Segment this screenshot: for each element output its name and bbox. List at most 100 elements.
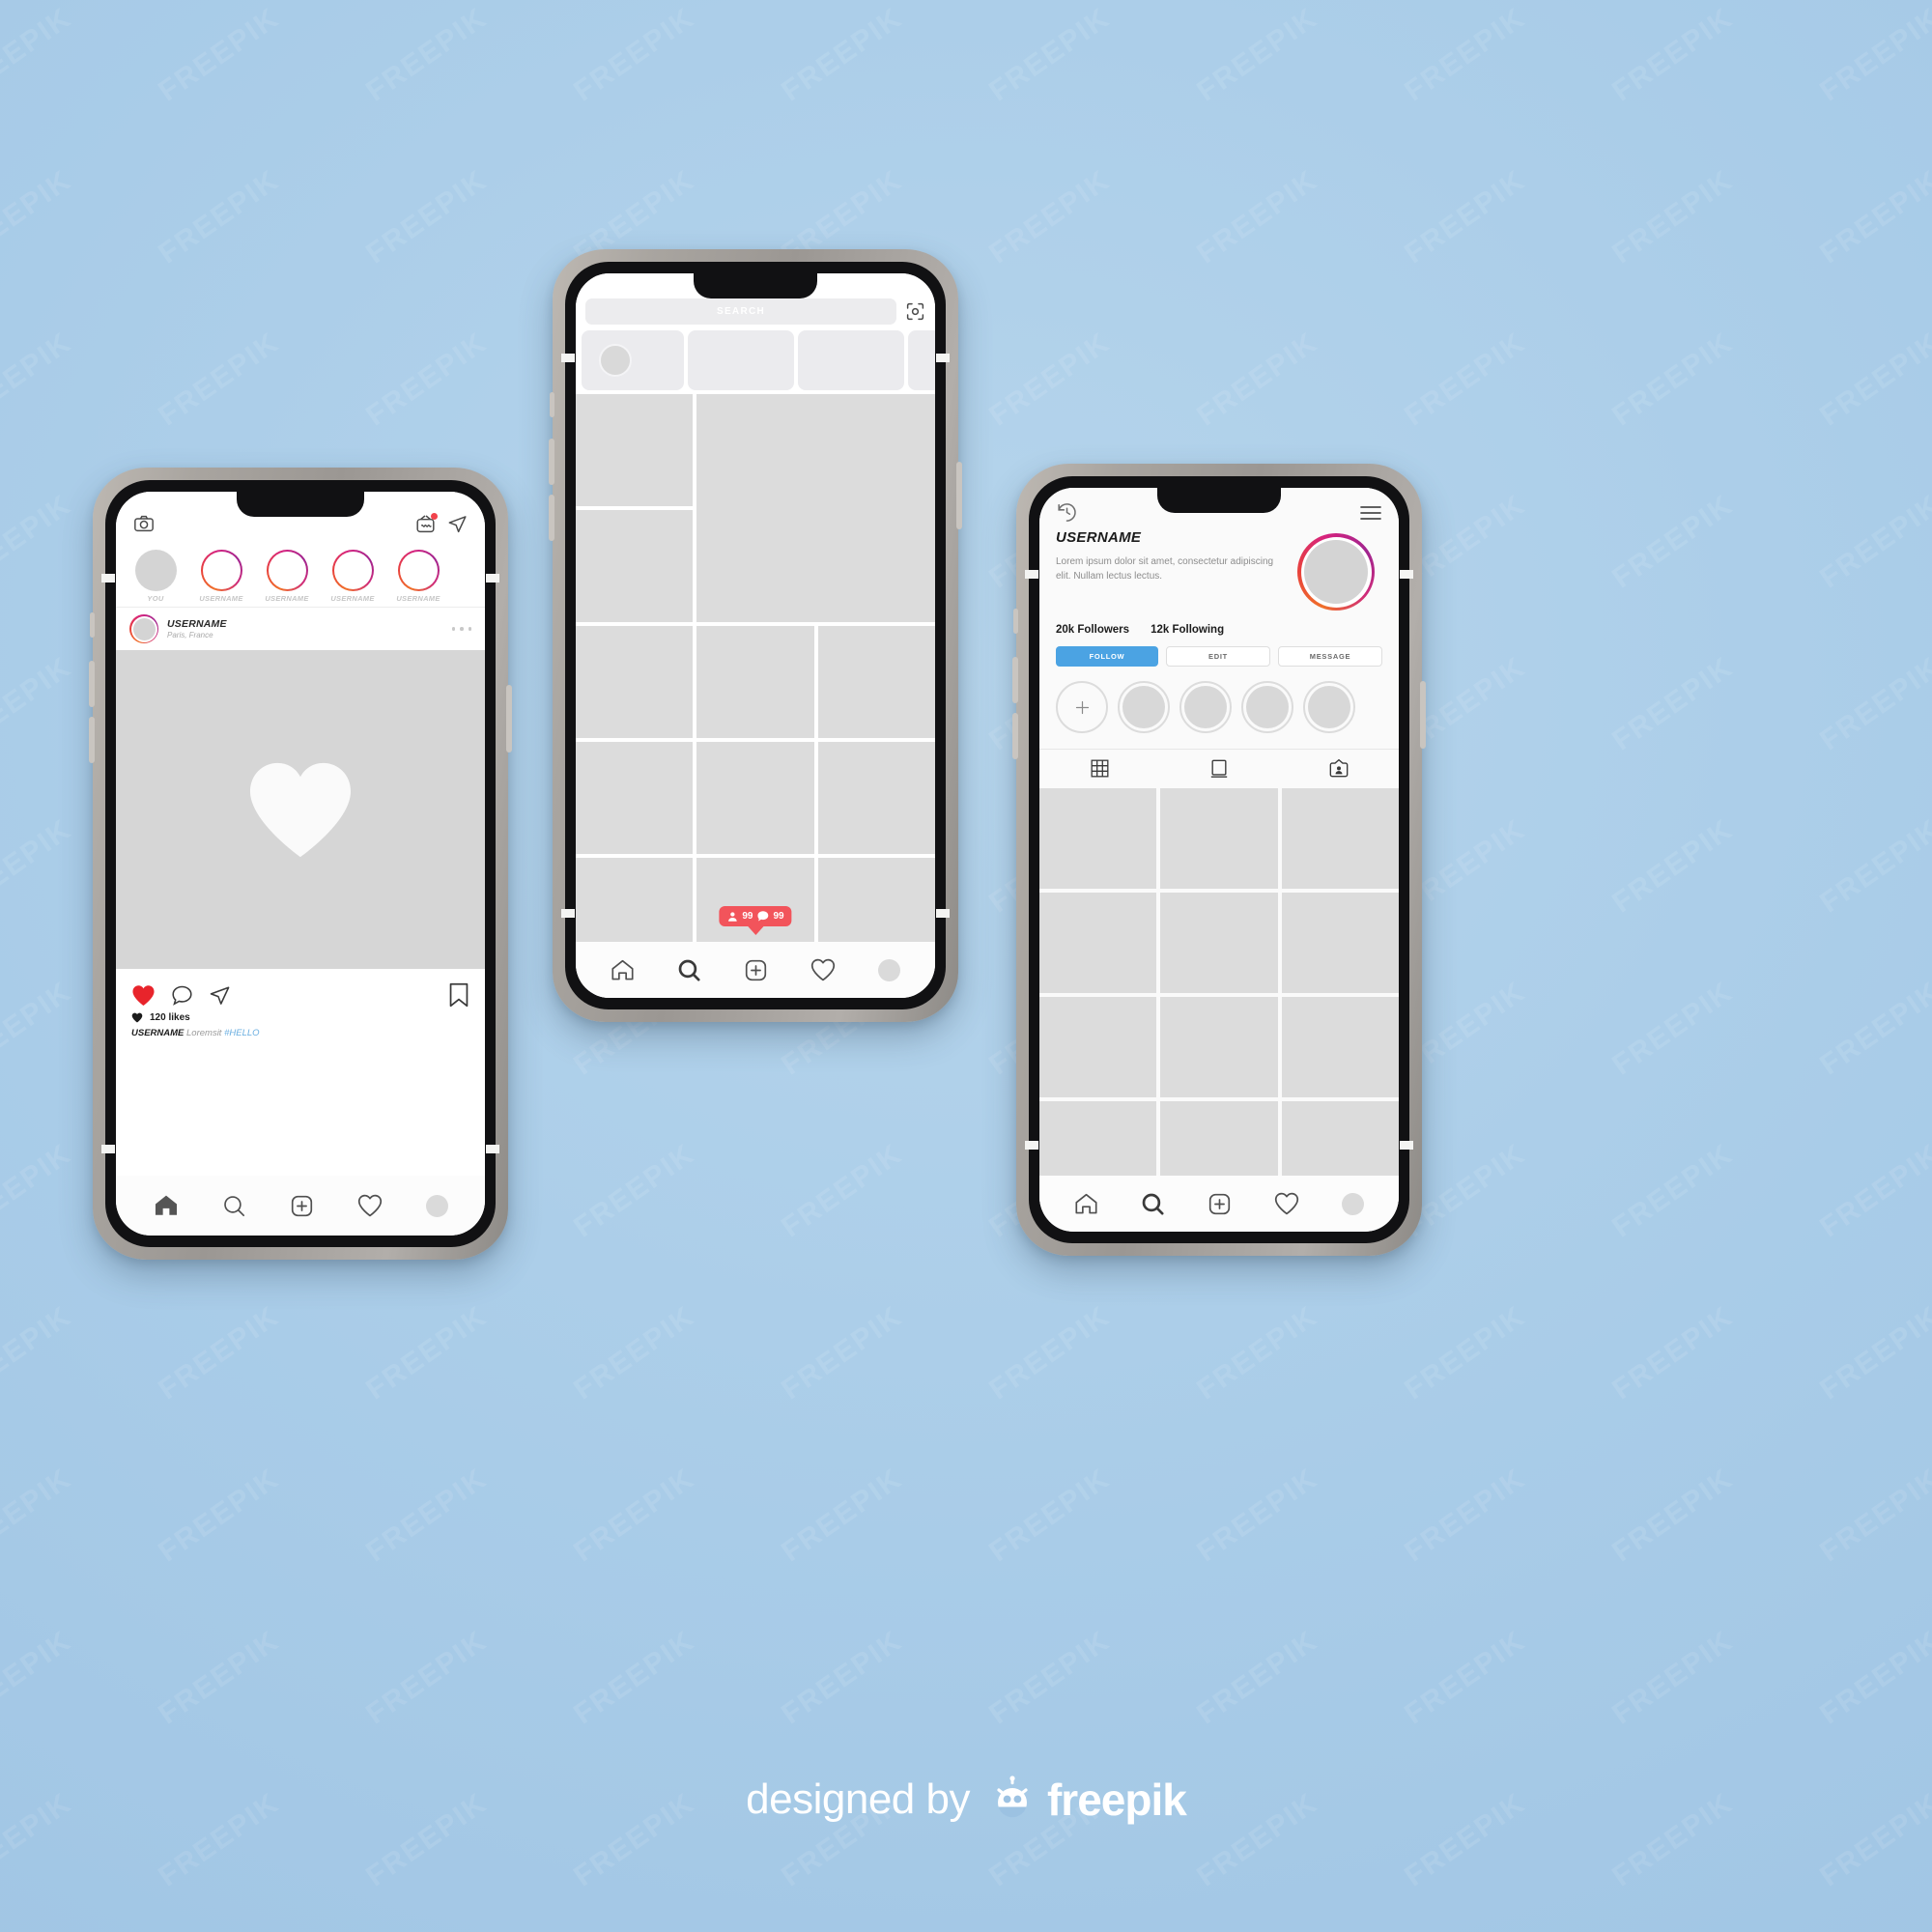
story-item[interactable]: USERNAME	[390, 550, 446, 603]
tab-tagged[interactable]	[1279, 758, 1399, 780]
highlight-item[interactable]	[1241, 681, 1293, 733]
post-username[interactable]: USERNAME	[167, 618, 227, 630]
profile-button-follow[interactable]: FOLLOW	[1056, 646, 1158, 667]
nav-item-activity[interactable]	[357, 1194, 383, 1217]
profile-post-tile[interactable]	[1039, 788, 1157, 889]
story-item[interactable]: USERNAME	[193, 550, 249, 603]
suggestion-card[interactable]	[582, 330, 684, 390]
explore-tile[interactable]	[696, 394, 935, 622]
nav-item-activity[interactable]	[1274, 1192, 1299, 1215]
profile-post-tile[interactable]	[1281, 997, 1399, 1097]
post-image[interactable]	[116, 650, 485, 969]
volume-up-button[interactable]	[89, 661, 95, 707]
nav-item-home[interactable]	[154, 1193, 179, 1218]
power-button[interactable]	[956, 462, 962, 529]
profile-post-grid[interactable]	[1039, 788, 1399, 1202]
followers-count[interactable]: 20k Followers	[1056, 624, 1129, 636]
profile-button-edit[interactable]: EDIT	[1166, 646, 1270, 667]
volume-down-button[interactable]	[549, 495, 554, 541]
search-input[interactable]: SEARCH	[585, 298, 896, 325]
bookmark-icon[interactable]	[448, 982, 469, 1008]
explore-tile[interactable]	[696, 626, 814, 738]
suggestion-cards-row[interactable]	[576, 330, 935, 394]
explore-tile[interactable]	[817, 742, 935, 854]
nav-item-search[interactable]	[1141, 1192, 1165, 1216]
profile-avatar-ring[interactable]	[1297, 533, 1375, 611]
camera-icon[interactable]	[133, 513, 155, 534]
nav-item-profile[interactable]	[425, 1194, 448, 1217]
hamburger-menu-icon[interactable]	[1359, 504, 1382, 522]
mute-switch[interactable]	[1013, 609, 1018, 634]
explore-tile[interactable]	[576, 742, 694, 854]
profile-post-tile[interactable]	[1039, 997, 1157, 1097]
profile-post-tile[interactable]	[1281, 893, 1399, 993]
following-count[interactable]: 12k Following	[1151, 624, 1224, 636]
profile-post-tile[interactable]	[1039, 893, 1157, 993]
nav-item-profile[interactable]	[878, 958, 900, 981]
bottom-nav-feed[interactable]	[116, 1176, 485, 1236]
bottom-nav-profile[interactable]	[1039, 1176, 1399, 1232]
bottom-nav-explore[interactable]	[576, 942, 935, 998]
nav-item-home[interactable]	[611, 958, 635, 982]
story-item[interactable]: USERNAME	[325, 550, 381, 603]
highlight-item[interactable]	[1179, 681, 1232, 733]
paper-plane-icon[interactable]	[447, 514, 468, 534]
suggestion-card[interactable]	[908, 330, 935, 390]
explore-tile[interactable]	[576, 510, 694, 622]
explore-tile[interactable]	[817, 626, 935, 738]
nav-item-add[interactable]	[290, 1194, 314, 1218]
profile-button-message[interactable]: MESSAGE	[1278, 646, 1382, 667]
profile-post-tile[interactable]	[1160, 893, 1278, 993]
story-highlights-row[interactable]	[1039, 667, 1399, 749]
highlight-item[interactable]	[1303, 681, 1355, 733]
nav-item-add[interactable]	[744, 958, 768, 982]
highlight-add-button[interactable]	[1056, 681, 1108, 733]
watermark-text: FREEPIK	[983, 326, 1117, 433]
explore-tile[interactable]	[576, 394, 694, 506]
nav-item-home[interactable]	[1074, 1192, 1098, 1216]
volume-down-button[interactable]	[1012, 713, 1018, 759]
nav-item-activity[interactable]	[810, 958, 836, 981]
watermark-text: FREEPIK	[360, 1462, 494, 1569]
paper-plane-icon[interactable]	[209, 984, 231, 1007]
post-avatar-ring[interactable]	[129, 614, 158, 643]
more-options-icon[interactable]	[451, 627, 471, 631]
power-button[interactable]	[506, 685, 512, 753]
volume-up-button[interactable]	[549, 439, 554, 485]
heart-filled-icon[interactable]	[131, 984, 156, 1007]
suggestion-card[interactable]	[798, 330, 904, 390]
nav-item-search[interactable]	[677, 958, 701, 982]
explore-tile[interactable]	[576, 626, 694, 738]
watermark-text: FREEPIK	[1606, 975, 1740, 1082]
caption-username[interactable]: USERNAME	[131, 1028, 184, 1038]
story-item[interactable]: USERNAME	[259, 550, 315, 603]
suggestion-card[interactable]	[688, 330, 794, 390]
igtv-icon[interactable]	[415, 512, 438, 534]
watermark-text: FREEPIK	[1191, 1462, 1324, 1569]
caption-hashtag[interactable]: #HELLO	[224, 1028, 259, 1038]
profile-post-tile[interactable]	[1281, 788, 1399, 889]
nav-item-search[interactable]	[222, 1194, 246, 1218]
watermark-text: FREEPIK	[568, 1624, 701, 1731]
watermark-text: FREEPIK	[1606, 1462, 1740, 1569]
mute-switch[interactable]	[550, 392, 554, 417]
explore-tile[interactable]	[696, 742, 814, 854]
story-label: USERNAME	[265, 594, 309, 603]
mute-switch[interactable]	[90, 612, 95, 638]
nav-item-profile[interactable]	[1342, 1192, 1364, 1215]
photo-scan-icon[interactable]	[905, 301, 925, 322]
stories-tray[interactable]: YOU USERNAME USERNAME USERNAME USERNAME	[116, 542, 485, 608]
comment-icon[interactable]	[171, 984, 193, 1007]
history-clock-icon[interactable]	[1056, 501, 1078, 524]
highlight-item[interactable]	[1118, 681, 1170, 733]
profile-tabs[interactable]	[1039, 749, 1399, 788]
profile-post-tile[interactable]	[1160, 788, 1278, 889]
profile-post-tile[interactable]	[1160, 997, 1278, 1097]
volume-up-button[interactable]	[1012, 657, 1018, 703]
tab-reels[interactable]	[1159, 758, 1279, 780]
tab-grid[interactable]	[1039, 758, 1159, 780]
nav-item-add[interactable]	[1208, 1192, 1232, 1216]
volume-down-button[interactable]	[89, 717, 95, 763]
story-item[interactable]: YOU	[128, 550, 184, 603]
power-button[interactable]	[1420, 681, 1426, 749]
